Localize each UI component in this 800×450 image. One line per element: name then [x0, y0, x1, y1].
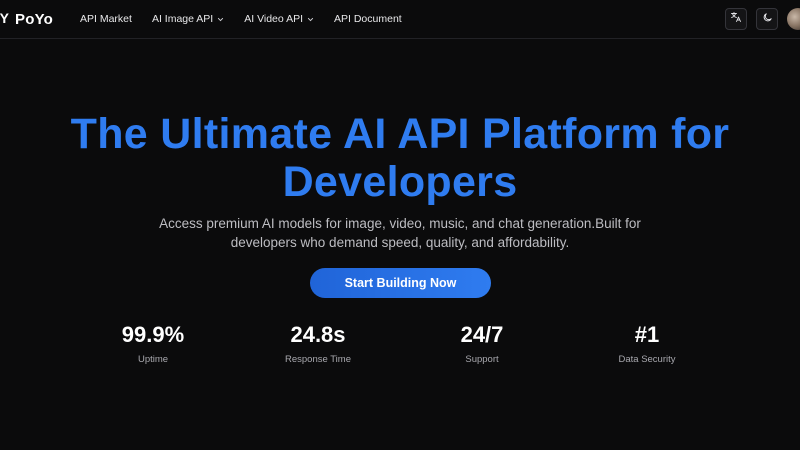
stat-label: Data Security [618, 354, 676, 365]
hero-title-line-1: The Ultimate AI API Platform for [70, 110, 730, 158]
hero-subtitle-line-2: developers who demand speed, quality, an… [230, 235, 570, 250]
language-button[interactable] [725, 8, 747, 30]
nav-item-label: API Document [334, 13, 402, 25]
logo-mark-letter: Y [0, 10, 9, 26]
nav-item-label: AI Video API [244, 13, 303, 25]
logo-mark: Y [0, 9, 9, 29]
top-nav-bar: Y PoYo API Market AI Image API AI Video … [0, 0, 800, 39]
stat-data-security: #1 Data Security [582, 322, 712, 365]
hero-subtitle-line-1: Access premium AI models for image, vide… [159, 216, 641, 231]
nav-item-ai-image-api[interactable]: AI Image API [152, 13, 224, 25]
stat-support: 24/7 Support [417, 322, 547, 365]
page: Y PoYo API Market AI Image API AI Video … [0, 0, 800, 450]
chevron-down-icon [307, 16, 314, 23]
hero-subtitle: Access premium AI models for image, vide… [130, 214, 670, 252]
start-building-button[interactable]: Start Building Now [310, 268, 491, 298]
hero-title: The Ultimate AI API Platform for Develop… [0, 110, 800, 206]
hero-title-line-2: Developers [282, 158, 518, 206]
nav-item-ai-video-api[interactable]: AI Video API [244, 13, 314, 25]
stat-label: Uptime [137, 354, 169, 365]
stat-response-time: 24.8s Response Time [253, 322, 383, 365]
theme-toggle-button[interactable] [756, 8, 778, 30]
user-avatar[interactable] [787, 8, 800, 30]
nav-item-api-market[interactable]: API Market [80, 13, 132, 25]
stat-uptime: 99.9% Uptime [88, 322, 218, 365]
translate-icon [730, 10, 742, 28]
logo[interactable]: Y PoYo [0, 9, 53, 29]
chevron-down-icon [217, 16, 224, 23]
nav-item-label: AI Image API [151, 13, 214, 25]
stat-label: Support [465, 354, 499, 365]
stat-value: #1 [634, 322, 660, 347]
nav-item-api-document[interactable]: API Document [334, 13, 402, 25]
stat-label: Response Time [284, 354, 351, 365]
stat-value: 24/7 [460, 322, 504, 347]
moon-icon [762, 10, 773, 28]
logo-text: PoYo [15, 10, 54, 28]
main-nav: API Market AI Image API AI Video API API… [80, 0, 422, 38]
stat-value: 99.9% [121, 322, 185, 347]
stat-value: 24.8s [290, 322, 346, 347]
nav-item-label: API Market [80, 13, 132, 25]
